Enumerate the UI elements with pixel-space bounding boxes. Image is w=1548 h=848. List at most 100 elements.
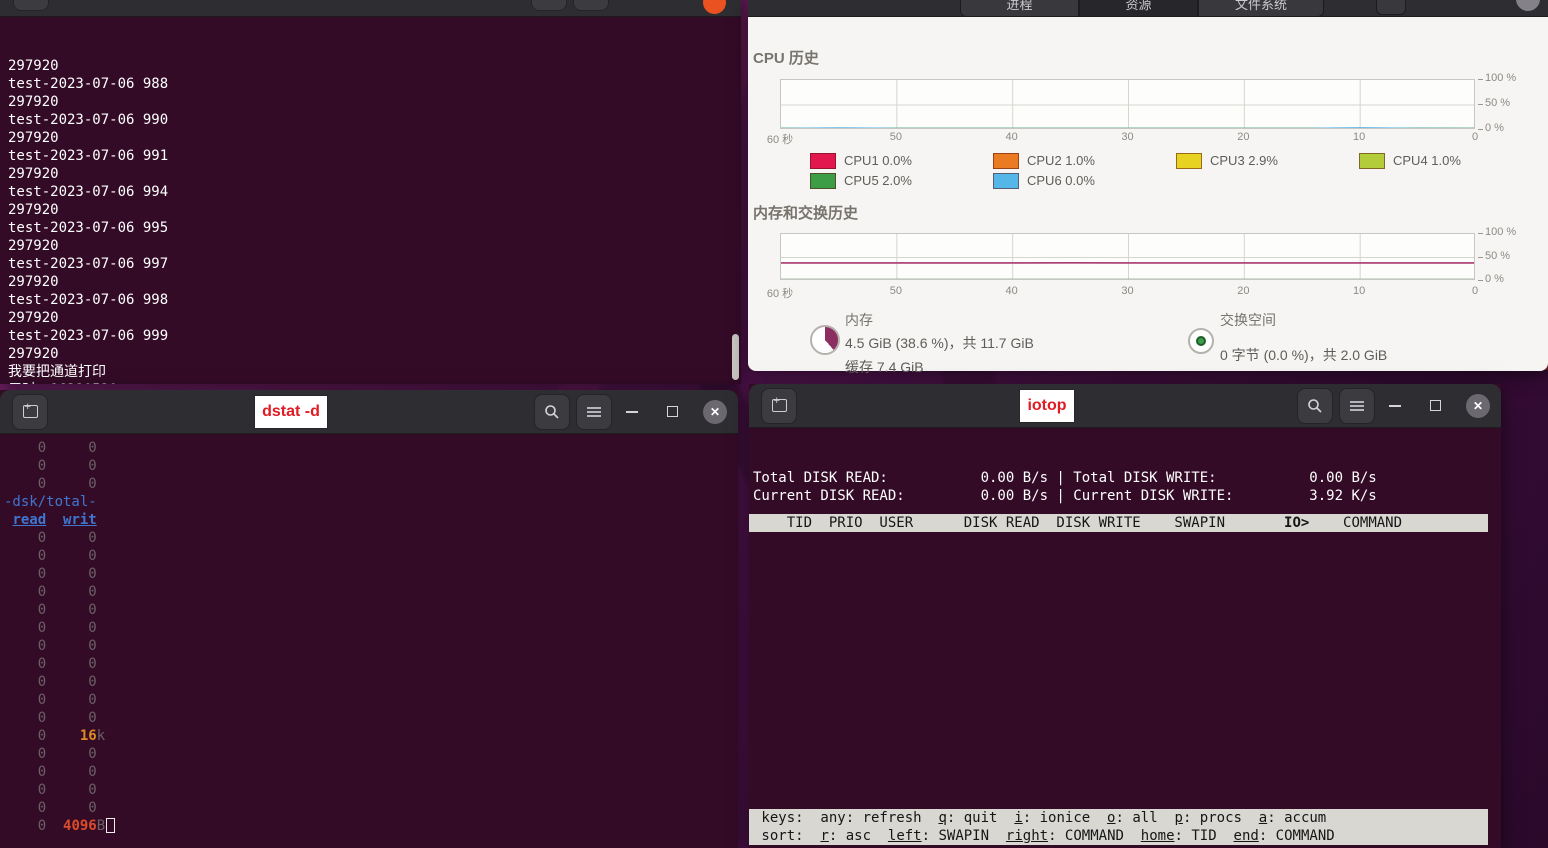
terminal-line: 297920 bbox=[8, 310, 59, 326]
memory-chart-x-axis: 60 秒 50 40 30 20 10 0 bbox=[766, 285, 1479, 300]
iotop-close-button[interactable]: ✕ bbox=[1455, 393, 1501, 418]
system-monitor-titlebar[interactable]: 进程 资源 文件系统 bbox=[748, 0, 1548, 17]
terminal-scrollbar[interactable] bbox=[732, 334, 739, 380]
terminal-line: 0 0 bbox=[4, 440, 97, 456]
dstat-titlebar[interactable]: dstat -d ✕ bbox=[0, 390, 738, 434]
swap-dot bbox=[1196, 336, 1206, 346]
legend-item-CPU6: CPU6 0.0% bbox=[993, 172, 1176, 189]
legend-swatch bbox=[1359, 152, 1385, 169]
terminal-line: test-2023-07-06 997 bbox=[8, 256, 169, 272]
terminal-line: keys: any: refresh q: quit i: ionice o: … bbox=[753, 810, 1327, 826]
iotop-output[interactable]: Total DISK READ: 0.00 B/s | Total DISK W… bbox=[749, 428, 1501, 847]
terminal-line: 0 4096B bbox=[4, 817, 738, 835]
terminal-line: Total DISK READ: 0.00 B/s | Total DISK W… bbox=[753, 470, 1377, 486]
terminal-line: test-2023-07-06 995 bbox=[8, 220, 169, 236]
memory-history-title: 内存和交换历史 bbox=[753, 205, 859, 222]
iotop-titlebar[interactable]: iotop ✕ bbox=[749, 384, 1501, 428]
new-tab-icon bbox=[22, 401, 38, 418]
hamburger-icon bbox=[587, 406, 601, 417]
memory-label: 内存 bbox=[845, 312, 873, 328]
terminal-line: test-2023-07-06 998 bbox=[8, 292, 169, 308]
legend-item-CPU2: CPU2 1.0% bbox=[993, 152, 1176, 169]
hamburger-icon bbox=[1350, 400, 1364, 411]
search-icon bbox=[545, 404, 559, 419]
dstat-close-button[interactable]: ✕ bbox=[692, 399, 738, 424]
sysmon-menu-button[interactable] bbox=[1376, 0, 1406, 15]
legend-swatch bbox=[1176, 152, 1202, 169]
legend-item-CPU1: CPU1 0.0% bbox=[810, 152, 993, 169]
window-title: lu@lu: /home bbox=[280, 0, 480, 4]
legend-swatch bbox=[810, 152, 836, 169]
iotop-column-header: TID PRIO USER DISK READ DISK WRITE SWAPI… bbox=[749, 514, 1488, 532]
dstat-menu-button[interactable] bbox=[576, 393, 612, 430]
tab-文件系统[interactable]: 文件系统 bbox=[1198, 0, 1324, 16]
terminal-line: 297920 bbox=[8, 130, 59, 146]
cpu-history-title: CPU 历史 bbox=[753, 50, 819, 67]
terminal-line: 297920 bbox=[8, 346, 59, 362]
desktop: lu@lu: /home 297920test-2023-07-06 98829… bbox=[0, 0, 1548, 848]
menu-button[interactable] bbox=[573, 0, 609, 11]
terminal-line: 297920 bbox=[8, 58, 59, 74]
dstat-minimize-button[interactable] bbox=[612, 410, 652, 413]
iotop-search-button[interactable] bbox=[1297, 387, 1333, 424]
iotop-minimize-button[interactable] bbox=[1375, 404, 1415, 407]
terminal-line: 0 0 bbox=[4, 566, 97, 582]
iotop-window-title: iotop bbox=[1020, 389, 1074, 422]
new-tab-icon bbox=[771, 395, 787, 412]
terminal-line: 297920 bbox=[8, 274, 59, 290]
iotop-menu-button[interactable] bbox=[1339, 387, 1375, 424]
cpu-legend: CPU1 0.0% CPU2 1.0% CPU3 2.9% CPU4 1.0% CPU5… bbox=[810, 152, 1542, 189]
terminal-line: test-2023-07-06 988 bbox=[8, 76, 169, 92]
terminal-line: 0 0 bbox=[4, 530, 97, 546]
dstat-output[interactable]: 0 0 0 0 0 0 -dsk/total- read writ 0 0 0 0… bbox=[0, 434, 738, 835]
terminal-line: 0 0 bbox=[4, 458, 97, 474]
legend-swatch bbox=[993, 172, 1019, 189]
terminal-line: TID PRIO USER DISK READ DISK WRITE SWAPI… bbox=[753, 515, 1403, 531]
iotop-terminal-window: iotop ✕ Total DISK READ: 0.0 bbox=[749, 384, 1501, 848]
tab-资源[interactable]: 资源 bbox=[1079, 0, 1198, 16]
sysmon-close-button[interactable] bbox=[1516, 0, 1540, 11]
terminal-line: 0 0 bbox=[4, 656, 97, 672]
search-button[interactable] bbox=[531, 0, 567, 11]
terminal-line: Current DISK READ: 0.00 B/s | Current DI… bbox=[753, 488, 1377, 504]
minimize-icon bbox=[626, 410, 638, 413]
legend-item-CPU5: CPU5 2.0% bbox=[810, 172, 993, 189]
terminal-line: 0 0 bbox=[4, 602, 97, 618]
new-tab-button[interactable] bbox=[13, 0, 49, 11]
system-monitor-window: 进程 资源 文件系统 CPU 历史 100 % 50 % 0 % 60 秒 50 40 30 2… bbox=[748, 0, 1548, 375]
legend-item-CPU3: CPU3 2.9% bbox=[1176, 152, 1359, 169]
minimize-icon bbox=[1389, 404, 1401, 407]
terminal-line: -dsk/total- bbox=[4, 494, 97, 510]
memory-usage: 4.5 GiB (38.6 %)，共 11.7 GiB bbox=[845, 335, 1034, 351]
legend-item-CPU4: CPU4 1.0% bbox=[1359, 152, 1542, 169]
main-terminal-output[interactable]: 297920 test-2023-07-06 988 297920 test-2023… bbox=[0, 17, 741, 384]
terminal-line: 0 0 bbox=[4, 476, 97, 492]
terminal-line: 0 0 bbox=[4, 746, 97, 762]
dstat-new-tab-button[interactable] bbox=[12, 393, 48, 430]
main-terminal-titlebar[interactable]: lu@lu: /home bbox=[0, 0, 741, 17]
tab-进程[interactable]: 进程 bbox=[960, 0, 1079, 16]
memory-history-chart bbox=[780, 233, 1475, 280]
terminal-line: sort: r: asc left: SWAPIN right: COMMAND… bbox=[753, 828, 1335, 844]
terminal-line: 0 0 bbox=[4, 584, 97, 600]
dstat-window-title: dstat -d bbox=[255, 395, 327, 428]
terminal-line: test-2023-07-06 991 bbox=[8, 148, 169, 164]
iotop-new-tab-button[interactable] bbox=[761, 387, 797, 424]
dstat-maximize-button[interactable] bbox=[652, 406, 692, 417]
maximize-icon bbox=[666, 406, 678, 417]
search-icon bbox=[541, 0, 557, 1]
terminal-line: 用时：16310520 bbox=[8, 381, 741, 384]
terminal-line: 297920 bbox=[8, 94, 59, 110]
terminal-line: 0 0 bbox=[4, 764, 97, 780]
terminal-line: 0 0 bbox=[4, 674, 97, 690]
dstat-search-button[interactable] bbox=[534, 393, 570, 430]
terminal-line: read writ bbox=[12, 512, 97, 528]
terminal-line: 297920 bbox=[8, 238, 59, 254]
terminal-line: 0 0 bbox=[4, 548, 97, 564]
terminal-line: test-2023-07-06 999 bbox=[8, 328, 169, 344]
search-icon bbox=[1308, 398, 1322, 413]
swap-pie-icon bbox=[1188, 328, 1214, 354]
maximize-icon bbox=[1429, 400, 1441, 411]
iotop-maximize-button[interactable] bbox=[1415, 400, 1455, 411]
close-button[interactable] bbox=[703, 0, 726, 14]
